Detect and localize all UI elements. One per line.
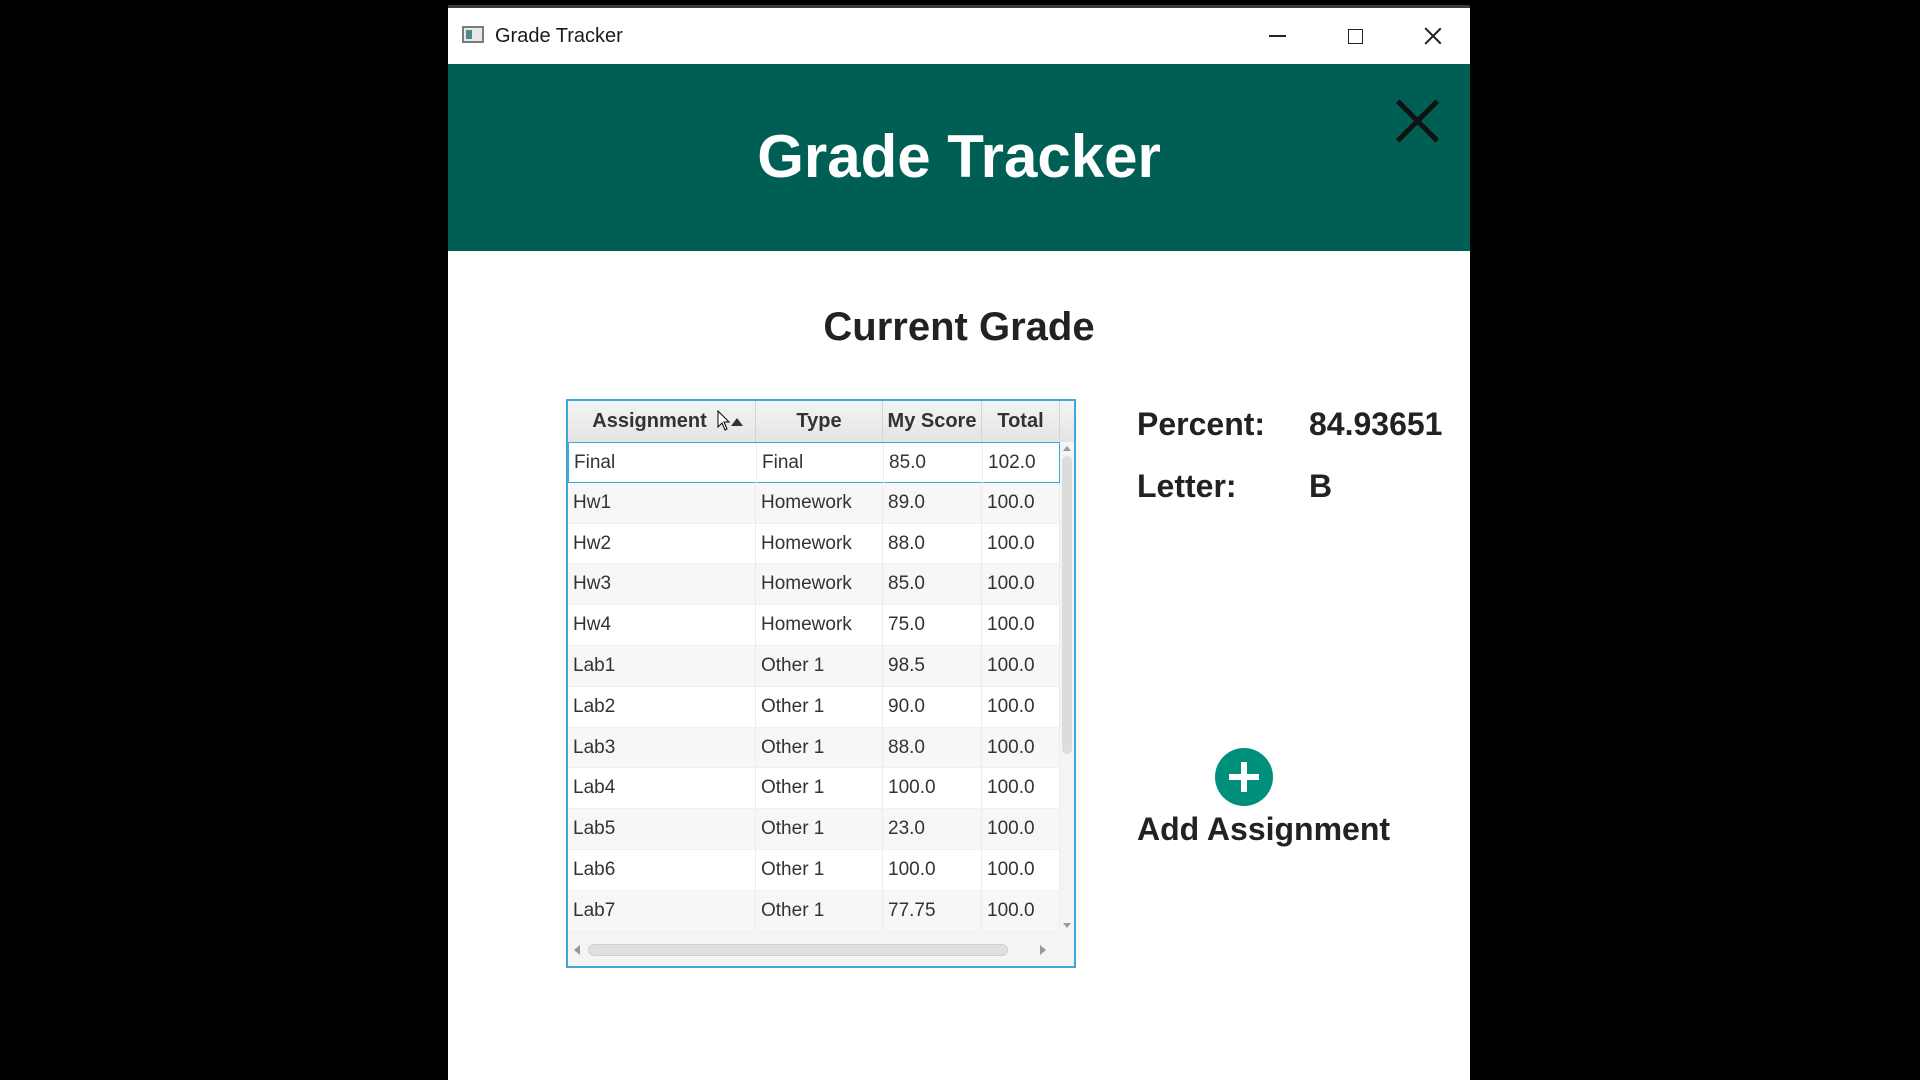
close-icon	[1424, 27, 1442, 45]
column-header-label: Assignment	[592, 410, 707, 432]
cell-total: 100.0	[982, 645, 1060, 686]
scroll-left-icon[interactable]	[574, 945, 580, 955]
cell-total: 100.0	[982, 686, 1060, 727]
cell-assignment: Lab2	[568, 686, 756, 727]
header-banner: Grade Tracker	[448, 64, 1470, 251]
cell-type: Homework	[756, 523, 883, 564]
maximize-button[interactable]	[1316, 8, 1394, 64]
cell-score: 88.0	[883, 523, 982, 564]
cell-type: Other 1	[756, 890, 883, 931]
column-header-my-score[interactable]: My Score	[883, 401, 982, 442]
table-header: Assignment Type My Score Total	[568, 401, 1074, 443]
table-row[interactable]: Lab2 Other 1 90.0 100.0	[568, 686, 1060, 728]
cell-total: 100.0	[982, 890, 1060, 931]
cell-assignment: Final	[569, 443, 757, 483]
column-header-assignment[interactable]: Assignment	[568, 401, 756, 442]
title-bar: Grade Tracker	[448, 8, 1470, 64]
cell-total: 100.0	[982, 849, 1060, 890]
table-row[interactable]: Hw4 Homework 75.0 100.0	[568, 605, 1060, 646]
cell-total: 100.0	[982, 564, 1060, 605]
add-assignment-label: Add Assignment	[1137, 811, 1391, 847]
cell-score: 85.0	[883, 564, 982, 605]
sort-ascending-icon	[731, 418, 743, 426]
scroll-down-icon[interactable]	[1063, 923, 1071, 928]
letter-value: B	[1309, 468, 1333, 504]
section-title: Current Grade	[823, 305, 1095, 349]
cell-type: Other 1	[756, 645, 883, 686]
table-row[interactable]: Lab6 Other 1 100.0 100.0	[568, 849, 1060, 891]
add-assignment-button[interactable]: Add Assignment	[1126, 741, 1390, 856]
cell-total: 102.0	[983, 443, 1061, 483]
cell-score: 89.0	[883, 482, 982, 523]
cell-assignment: Lab5	[568, 809, 756, 850]
table-row[interactable]: Lab4 Other 1 100.0 100.0	[568, 768, 1060, 810]
maximize-icon	[1347, 28, 1363, 44]
cell-type: Homework	[756, 605, 883, 646]
mouse-cursor-icon	[717, 410, 731, 431]
percent-label: Percent:	[1137, 406, 1266, 442]
cell-type: Other 1	[756, 768, 883, 809]
cell-total: 100.0	[982, 768, 1060, 809]
cell-assignment: Lab1	[568, 645, 756, 686]
table-row[interactable]: Lab3 Other 1 88.0 100.0	[568, 727, 1060, 769]
cell-score: 88.0	[883, 727, 982, 768]
cell-assignment: Hw1	[568, 482, 756, 523]
cell-assignment: Hw2	[568, 523, 756, 564]
cell-total: 100.0	[982, 809, 1060, 850]
cell-score: 100.0	[883, 768, 982, 809]
column-header-type[interactable]: Type	[756, 401, 883, 442]
page-title: Grade Tracker	[757, 123, 1161, 190]
cell-type: Homework	[756, 482, 883, 523]
table-row[interactable]: Lab7 Other 1 77.75 100.0	[568, 890, 1060, 932]
cell-assignment: Hw4	[568, 605, 756, 646]
cell-assignment: Lab4	[568, 768, 756, 809]
table-row[interactable]: Final Final 85.0 102.0	[568, 442, 1061, 483]
table-row[interactable]: Hw3 Homework 85.0 100.0	[568, 564, 1060, 606]
cell-score: 100.0	[883, 849, 982, 890]
app-window: Grade Tracker Grade Tracker Current Grad…	[448, 5, 1470, 1080]
cell-score: 23.0	[883, 809, 982, 850]
vertical-scrollbar[interactable]	[1060, 442, 1074, 932]
letter-label: Letter:	[1137, 468, 1237, 504]
cell-type: Other 1	[756, 727, 883, 768]
scroll-up-icon[interactable]	[1063, 446, 1071, 451]
cell-assignment: Hw3	[568, 564, 756, 605]
cell-type: Other 1	[756, 809, 883, 850]
table-row[interactable]: Lab1 Other 1 98.5 100.0	[568, 645, 1060, 687]
table-body: Final Final 85.0 102.0 Hw1 Homework 89.0…	[568, 442, 1061, 932]
cell-score: 77.75	[883, 890, 982, 931]
cell-score: 75.0	[883, 605, 982, 646]
table-row[interactable]: Hw1 Homework 89.0 100.0	[568, 482, 1060, 524]
header-close-icon[interactable]	[1394, 97, 1442, 145]
cell-score: 98.5	[883, 645, 982, 686]
minimize-button[interactable]	[1238, 8, 1316, 64]
scroll-right-icon[interactable]	[1040, 945, 1046, 955]
cell-type: Other 1	[756, 849, 883, 890]
column-header-total[interactable]: Total	[982, 401, 1060, 442]
table-row[interactable]: Hw2 Homework 88.0 100.0	[568, 523, 1060, 565]
horizontal-scroll-thumb[interactable]	[588, 944, 1008, 956]
cell-assignment: Lab7	[568, 890, 756, 931]
cell-total: 100.0	[982, 605, 1060, 646]
close-window-button[interactable]	[1394, 8, 1472, 64]
app-icon	[462, 26, 484, 43]
plus-icon[interactable]	[1215, 748, 1273, 806]
vertical-scroll-thumb[interactable]	[1062, 456, 1072, 754]
cell-score: 90.0	[883, 686, 982, 727]
cell-total: 100.0	[982, 727, 1060, 768]
cell-type: Homework	[756, 564, 883, 605]
cell-type: Final	[757, 443, 884, 483]
horizontal-scrollbar[interactable]	[568, 932, 1074, 966]
cell-total: 100.0	[982, 482, 1060, 523]
percent-value: 84.93651	[1309, 406, 1443, 442]
minimize-icon	[1268, 35, 1286, 37]
cell-type: Other 1	[756, 686, 883, 727]
table-row[interactable]: Lab5 Other 1 23.0 100.0	[568, 809, 1060, 850]
window-title: Grade Tracker	[495, 25, 623, 47]
cell-assignment: Lab3	[568, 727, 756, 768]
cell-assignment: Lab6	[568, 849, 756, 890]
cell-total: 100.0	[982, 523, 1060, 564]
assignments-table[interactable]: Assignment Type My Score Total Final Fin…	[566, 399, 1076, 968]
cell-score: 85.0	[884, 443, 983, 483]
